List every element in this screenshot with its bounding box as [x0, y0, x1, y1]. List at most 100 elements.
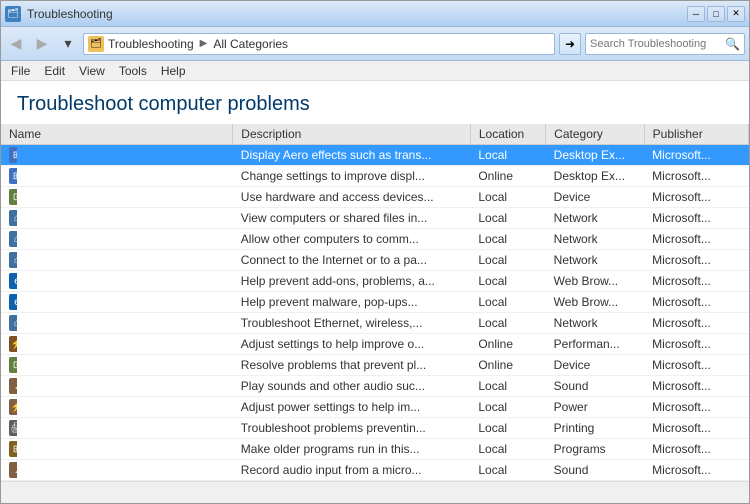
cell-desc: Allow other computers to comm...: [233, 229, 471, 250]
table-row[interactable]: ⊞AeroDisplay Aero effects such as trans.…: [1, 145, 749, 166]
cell-desc: Troubleshoot problems preventin...: [233, 418, 471, 439]
col-header-cat[interactable]: Category: [546, 124, 645, 145]
cell-publisher: Microsoft...: [644, 418, 748, 439]
cell-location: Local: [470, 439, 545, 460]
title-bar: 🗂 Troubleshooting ─ □ ✕: [1, 1, 749, 27]
col-header-loc[interactable]: Location: [470, 124, 545, 145]
breadcrumb-arrow: ▶: [200, 38, 208, 49]
table-row[interactable]: ⊡Playing and Burning CDs, DVDs, and Blu-…: [1, 355, 749, 376]
nav-bar: ◀ ▶ ▾ 🗂 Troubleshooting ▶ All Categories…: [1, 27, 749, 61]
window-icon: 🗂: [5, 6, 21, 22]
row-icon: ♪: [9, 462, 17, 478]
dropdown-button[interactable]: ▾: [57, 33, 79, 55]
col-header-desc[interactable]: Description: [233, 124, 471, 145]
menu-help[interactable]: Help: [155, 62, 192, 80]
table-row[interactable]: ⊞Display QualityChange settings to impro…: [1, 166, 749, 187]
cell-desc: Adjust settings to help improve o...: [233, 334, 471, 355]
cell-category: Web Brow...: [546, 292, 645, 313]
cell-name: ♪Recording Audio: [1, 460, 17, 480]
row-icon: ⌂: [9, 210, 17, 226]
row-icon: ⊡: [9, 357, 17, 373]
col-header-pub[interactable]: Publisher: [644, 124, 748, 145]
cell-category: Printing: [546, 418, 645, 439]
breadcrumb-current: All Categories: [213, 37, 288, 51]
row-icon: e: [9, 273, 17, 289]
cell-location: Local: [470, 229, 545, 250]
cell-publisher: Microsoft...: [644, 376, 748, 397]
col-header-name[interactable]: Name: [1, 124, 233, 145]
go-button[interactable]: ➜: [559, 33, 581, 55]
table-row[interactable]: ♪Playing Audio Play sounds and other audi…: [1, 376, 749, 397]
cell-category: Power: [546, 397, 645, 418]
search-bar[interactable]: 🔍: [585, 33, 745, 55]
row-icon: 🖨: [9, 420, 17, 436]
menu-view[interactable]: View: [73, 62, 111, 80]
cell-location: Local: [470, 292, 545, 313]
table-row[interactable]: 🖨PrinterTroubleshoot problems preventin.…: [1, 418, 749, 439]
troubleshoot-table: Name Description Location Category Publi…: [1, 124, 749, 481]
close-button[interactable]: ✕: [727, 6, 745, 22]
page-content: Troubleshoot computer problems Name Desc…: [1, 81, 749, 481]
menu-edit[interactable]: Edit: [38, 62, 71, 80]
row-icon: ♪: [9, 378, 17, 394]
cell-name: ♪Playing Audio: [1, 376, 17, 396]
table-row[interactable]: ⌂Network AdapterTroubleshoot Ethernet, w…: [1, 313, 749, 334]
cell-desc: Play sounds and other audio suc...: [233, 376, 471, 397]
table-row[interactable]: eInternet Explorer Performance Help preve…: [1, 271, 749, 292]
cell-name: ⊡Hardware and Devices: [1, 187, 17, 207]
page-title: Troubleshoot computer problems: [1, 81, 749, 124]
cell-name: eInternet Explorer Safety: [1, 292, 17, 312]
breadcrumb-root[interactable]: Troubleshooting: [108, 37, 194, 51]
cell-category: Network: [546, 229, 645, 250]
row-icon: ⊞: [9, 147, 17, 163]
cell-publisher: Microsoft...: [644, 460, 748, 481]
forward-button[interactable]: ▶: [31, 33, 53, 55]
cell-desc: Help prevent add-ons, problems, a...: [233, 271, 471, 292]
cell-category: Sound: [546, 376, 645, 397]
cell-desc: Adjust power settings to help im...: [233, 397, 471, 418]
cell-name: ⊞Program Compatibility: [1, 439, 17, 459]
row-icon: ⌂: [9, 315, 17, 331]
menu-file[interactable]: File: [5, 62, 36, 80]
cell-category: Network: [546, 208, 645, 229]
cell-location: Local: [470, 271, 545, 292]
search-input[interactable]: [590, 38, 725, 50]
address-icon: 🗂: [88, 36, 104, 52]
table-row[interactable]: ♪Recording AudioRecord audio input from …: [1, 460, 749, 481]
table-row[interactable]: ⚡PerformanceAdjust settings to help impr…: [1, 334, 749, 355]
cell-publisher: Microsoft...: [644, 313, 748, 334]
cell-publisher: Microsoft...: [644, 292, 748, 313]
window: 🗂 Troubleshooting ─ □ ✕ ◀ ▶ ▾ 🗂 Troubles…: [0, 0, 750, 504]
cell-location: Local: [470, 460, 545, 481]
address-bar[interactable]: 🗂 Troubleshooting ▶ All Categories: [83, 33, 555, 55]
back-button[interactable]: ◀: [5, 33, 27, 55]
table-row[interactable]: eInternet Explorer SafetyHelp prevent ma…: [1, 292, 749, 313]
minimize-button[interactable]: ─: [687, 6, 705, 22]
table-row[interactable]: ⌂Internet ConnectionsConnect to the Inte…: [1, 250, 749, 271]
cell-location: Local: [470, 397, 545, 418]
row-icon: ⚡: [9, 336, 17, 352]
cell-category: Network: [546, 250, 645, 271]
cell-name: eInternet Explorer Performance: [1, 271, 17, 291]
cell-publisher: Microsoft...: [644, 397, 748, 418]
cell-name: ⌂Incoming Connections: [1, 229, 17, 249]
table-row[interactable]: ⊡Hardware and DevicesUse hardware and ac…: [1, 187, 749, 208]
title-bar-buttons: ─ □ ✕: [687, 6, 745, 22]
cell-publisher: Microsoft...: [644, 166, 748, 187]
cell-category: Desktop Ex...: [546, 145, 645, 166]
maximize-button[interactable]: □: [707, 6, 725, 22]
cell-location: Online: [470, 334, 545, 355]
table-row[interactable]: ⌂HomeGroupView computers or shared files…: [1, 208, 749, 229]
table-row[interactable]: ⚡PowerAdjust power settings to help im..…: [1, 397, 749, 418]
table-container[interactable]: Name Description Location Category Publi…: [1, 124, 749, 481]
cell-name: ⊞Display Quality: [1, 166, 17, 186]
cell-category: Web Brow...: [546, 271, 645, 292]
table-row[interactable]: ⌂Incoming Connections Allow other compute…: [1, 229, 749, 250]
cell-location: Local: [470, 208, 545, 229]
table-row[interactable]: ⊞Program CompatibilityMake older program…: [1, 439, 749, 460]
cell-desc: Troubleshoot Ethernet, wireless,...: [233, 313, 471, 334]
menu-tools[interactable]: Tools: [113, 62, 153, 80]
table-body: ⊞AeroDisplay Aero effects such as trans.…: [1, 145, 749, 482]
cell-name: ⌂HomeGroup: [1, 208, 17, 228]
cell-location: Online: [470, 166, 545, 187]
